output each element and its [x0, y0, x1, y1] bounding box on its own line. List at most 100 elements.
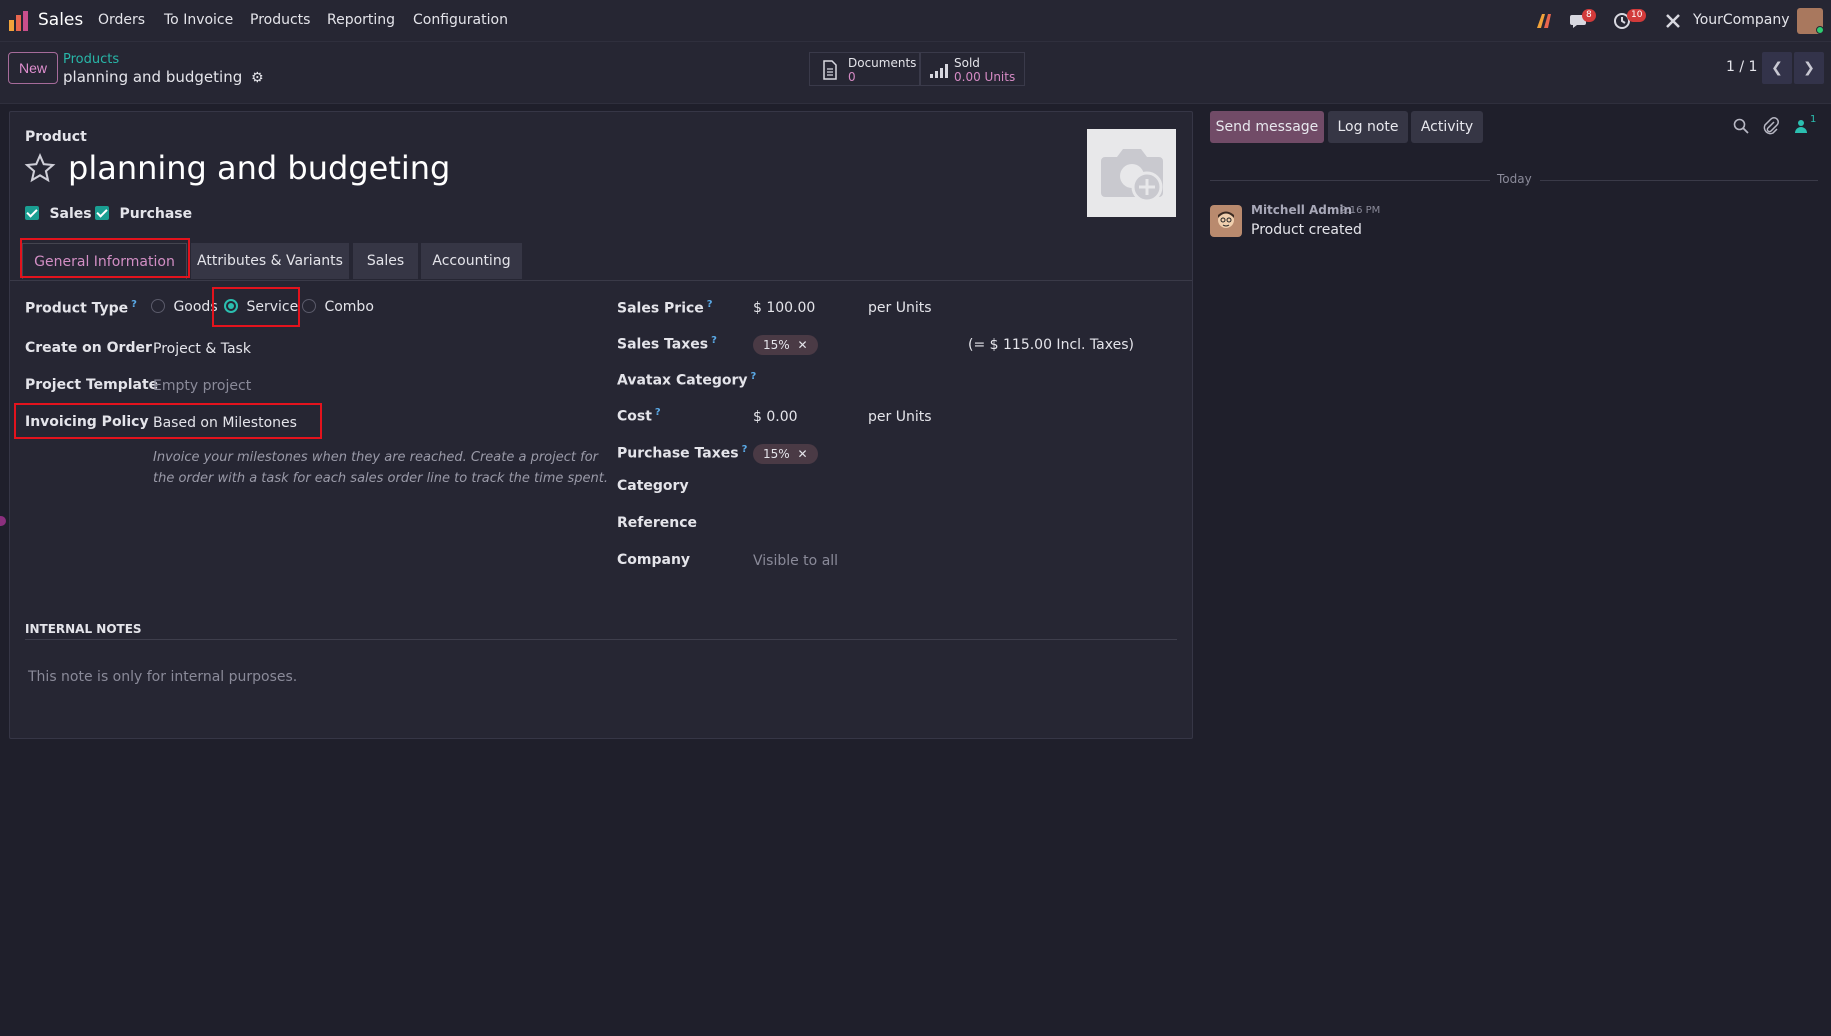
project-template-label: Project Template — [25, 377, 159, 393]
pager-next-button[interactable]: ❯ — [1794, 52, 1824, 84]
tag-remove-icon[interactable]: ✕ — [798, 447, 808, 461]
sales-tax-tag-label: 15% — [763, 338, 790, 352]
menu-to-invoice[interactable]: To Invoice — [164, 12, 233, 28]
app-name[interactable]: Sales — [38, 10, 83, 30]
internal-notes-field[interactable]: This note is only for internal purposes. — [28, 669, 297, 685]
sales-price-unit: per Units — [868, 300, 932, 316]
sold-label: Sold — [954, 56, 980, 70]
avatar-face-icon — [1218, 211, 1234, 228]
cost-unit: per Units — [868, 409, 932, 425]
followers-count: 1 — [1810, 114, 1817, 125]
product-type-label: Product Type? — [25, 299, 137, 317]
chevron-left-icon: ❮ — [1771, 60, 1783, 76]
author-avatar[interactable] — [1210, 205, 1242, 237]
purchase-taxes-label: Purchase Taxes? — [617, 444, 748, 462]
documents-smart-button[interactable]: Documents 0 — [809, 52, 920, 86]
product-name-field[interactable]: planning and budgeting — [68, 149, 450, 187]
product-type-goods[interactable]: Goods — [151, 299, 218, 315]
invoicing-help-line2: the order with a task for each sales ord… — [153, 471, 609, 486]
invoicing-help-line1: Invoice your milestones when they are re… — [153, 450, 599, 465]
sales-taxes-incl: (= $ 115.00 Incl. Taxes) — [968, 337, 1134, 353]
followers-icon[interactable] — [1794, 119, 1808, 133]
messages-badge: 8 — [1582, 9, 1596, 22]
document-icon — [823, 60, 837, 80]
paperclip-icon[interactable] — [1763, 117, 1779, 135]
product-type-combo[interactable]: Combo — [302, 299, 374, 315]
sales-price-label: Sales Price? — [617, 299, 713, 317]
create-on-order-label: Create on Order — [25, 340, 152, 356]
message-body: Product created — [1251, 222, 1362, 238]
breadcrumb-record-name: planning and budgeting ⚙ — [63, 68, 264, 86]
sold-value: 0.00 Units — [954, 70, 1016, 84]
cost-label: Cost? — [617, 407, 661, 425]
gear-icon[interactable]: ⚙ — [251, 70, 264, 86]
goods-radio[interactable] — [151, 299, 165, 313]
highlight-invoicing-policy — [14, 403, 322, 439]
highlight-general-information-tab — [20, 238, 190, 278]
company-field[interactable]: Visible to all — [753, 553, 838, 569]
send-message-button[interactable]: Send message — [1210, 111, 1324, 143]
goods-radio-label: Goods — [173, 299, 218, 315]
message-time: 2:16 PM — [1340, 205, 1381, 216]
project-template-field[interactable]: Empty project — [153, 378, 251, 394]
control-panel: New Products planning and budgeting ⚙ Do… — [0, 42, 1831, 104]
sales-price-field[interactable]: $ 100.00 — [753, 300, 815, 316]
internal-notes-divider — [25, 639, 1177, 640]
menu-products[interactable]: Products — [250, 12, 310, 28]
combo-radio-label: Combo — [324, 299, 374, 315]
search-icon[interactable] — [1733, 118, 1749, 134]
documents-label: Documents — [848, 56, 917, 70]
purchase-tax-tag-label: 15% — [763, 447, 790, 461]
date-separator-line-left — [1210, 180, 1490, 181]
combo-radio[interactable] — [302, 299, 316, 313]
activity-button[interactable]: Activity — [1411, 111, 1483, 143]
tab-sales[interactable]: Sales — [353, 243, 418, 279]
sold-smart-button[interactable]: Sold 0.00 Units — [920, 52, 1025, 86]
pager-previous-button[interactable]: ❮ — [1762, 52, 1792, 84]
reference-label: Reference — [617, 515, 698, 531]
purchase-checkbox-label: Purchase — [119, 206, 193, 222]
new-button[interactable]: New — [8, 52, 58, 84]
user-avatar[interactable] — [1797, 8, 1824, 34]
tab-accounting[interactable]: Accounting — [421, 243, 522, 279]
sales-taxes-label: Sales Taxes? — [617, 335, 717, 353]
online-status-dot — [1816, 26, 1824, 34]
product-image-upload[interactable] — [1087, 129, 1176, 217]
sales-tax-tag[interactable]: 15% ✕ — [753, 335, 818, 355]
menu-orders[interactable]: Orders — [98, 12, 145, 28]
date-separator-line-right — [1540, 180, 1818, 181]
camera-plus-icon — [1101, 149, 1163, 203]
star-favorite-icon[interactable] — [24, 153, 56, 184]
record-name-text: planning and budgeting — [63, 68, 243, 86]
category-label: Category — [617, 478, 689, 494]
date-separator: Today — [1497, 172, 1532, 186]
sales-app-icon[interactable] — [8, 10, 30, 32]
highlight-service-option — [212, 287, 300, 327]
company-label: Company — [617, 552, 691, 568]
cost-field[interactable]: $ 0.00 — [753, 409, 798, 425]
sales-checkbox-label: Sales — [49, 206, 92, 222]
purchase-checkbox[interactable]: Purchase — [95, 206, 192, 222]
avatax-icon[interactable] — [1536, 12, 1554, 30]
pager-value[interactable]: 1 / 1 — [1726, 59, 1757, 75]
tools-icon[interactable] — [1664, 12, 1682, 30]
purchase-checkbox-box[interactable] — [95, 206, 109, 220]
activities-badge: 10 — [1627, 9, 1647, 22]
tab-attributes-variants[interactable]: Attributes & Variants — [191, 243, 349, 279]
company-switcher[interactable]: YourCompany — [1693, 12, 1790, 28]
menu-configuration[interactable]: Configuration — [413, 12, 508, 28]
breadcrumb-products[interactable]: Products — [63, 52, 119, 67]
product-label: Product — [25, 129, 87, 145]
create-on-order-field[interactable]: Project & Task — [153, 341, 251, 357]
menu-reporting[interactable]: Reporting — [327, 12, 395, 28]
sales-checkbox[interactable]: Sales — [25, 206, 92, 222]
internal-notes-title: INTERNAL NOTES — [25, 622, 142, 636]
tag-remove-icon[interactable]: ✕ — [798, 338, 808, 352]
documents-value: 0 — [848, 70, 856, 84]
message-author[interactable]: Mitchell Admin — [1251, 203, 1352, 217]
log-note-button[interactable]: Log note — [1328, 111, 1408, 143]
chevron-right-icon: ❯ — [1803, 60, 1815, 76]
tab-divider — [10, 280, 1192, 281]
sales-checkbox-box[interactable] — [25, 206, 39, 220]
purchase-tax-tag[interactable]: 15% ✕ — [753, 444, 818, 464]
